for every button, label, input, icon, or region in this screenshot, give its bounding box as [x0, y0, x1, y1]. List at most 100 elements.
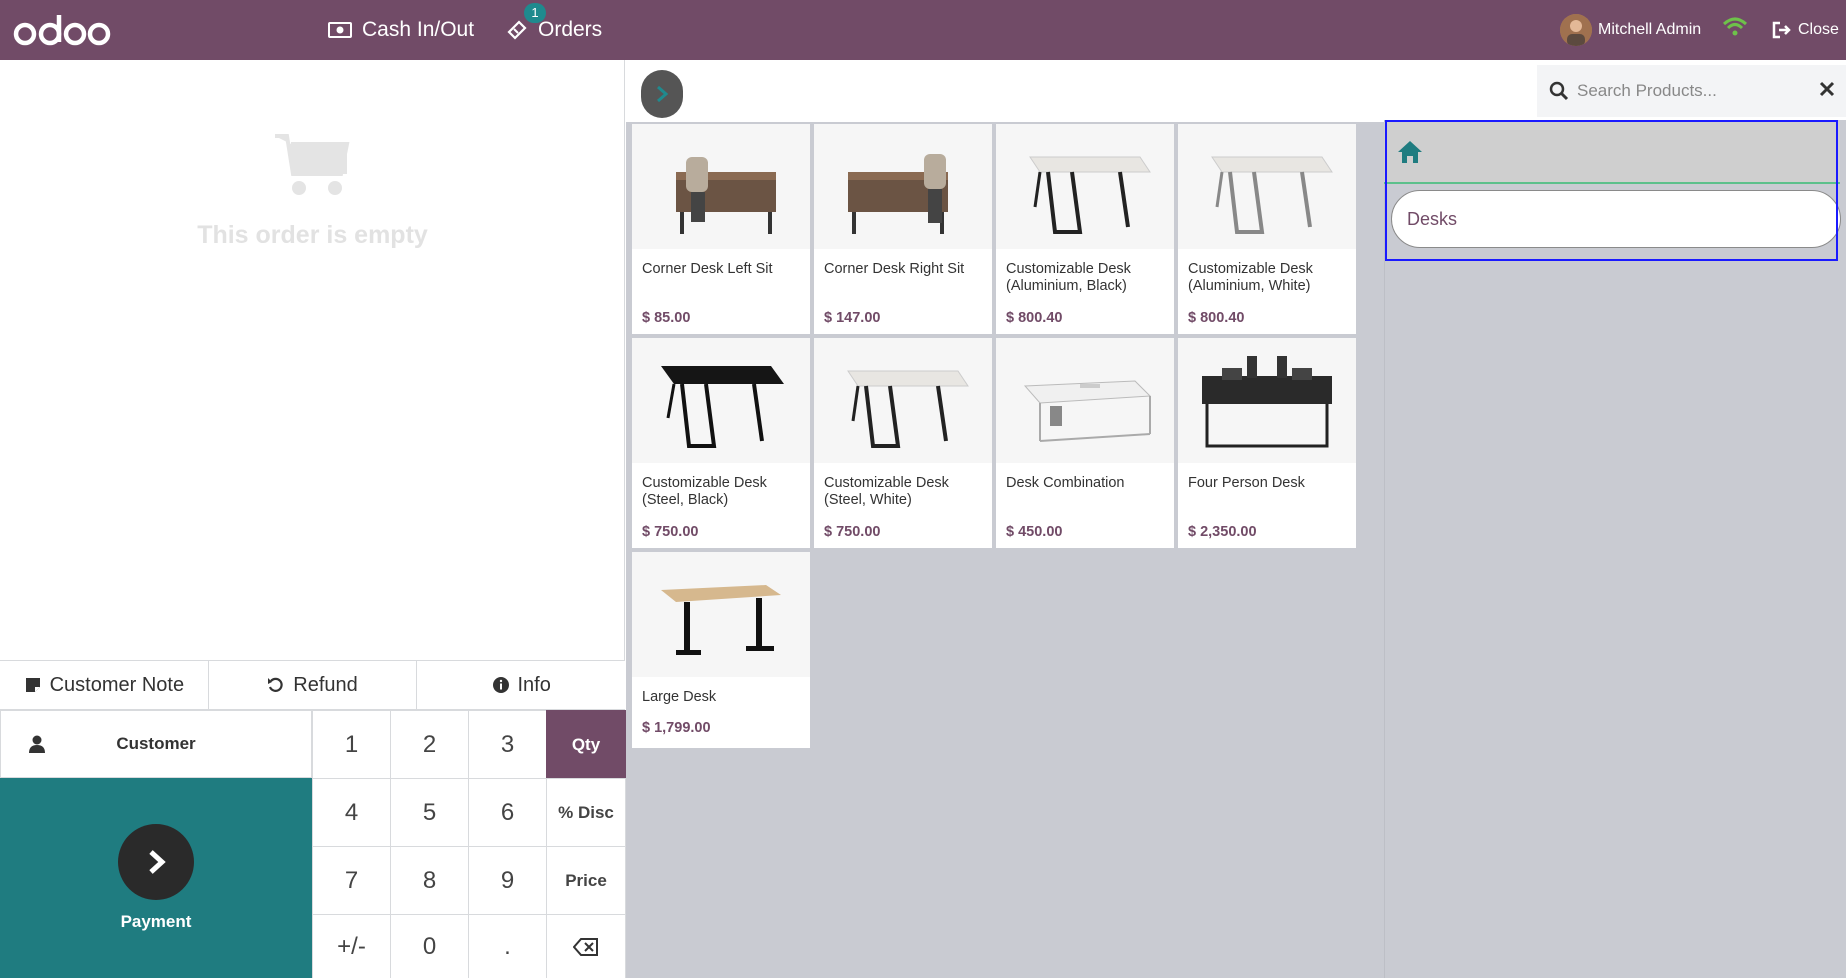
product-card[interactable]: Desk Combination $ 450.00 [996, 338, 1174, 548]
info-button[interactable]: Info [417, 661, 626, 709]
product-price: $ 750.00 [824, 524, 881, 540]
product-name: Customizable Desk (Aluminium, Black) [1006, 261, 1131, 294]
product-price: $ 147.00 [824, 310, 881, 326]
ticket-icon: 1 [506, 3, 546, 41]
numpad: 1 2 3 Qty 4 5 6 % Disc 7 8 9 Price +/- 0… [312, 710, 626, 978]
orders-button[interactable]: 1 Orders [506, 0, 602, 60]
product-image [632, 338, 810, 463]
product-name: Customizable Desk (Steel, White) [824, 475, 949, 508]
numpad-mode-qty[interactable]: Qty [546, 710, 626, 779]
undo-icon [268, 677, 283, 692]
orders-label: Orders [538, 18, 603, 41]
product-card[interactable]: Large Desk $ 1,799.00 [632, 552, 810, 748]
info-label: Info [517, 673, 551, 696]
product-price: $ 750.00 [642, 524, 699, 540]
product-image [996, 338, 1174, 463]
clear-search-icon[interactable] [1818, 80, 1836, 98]
empty-order: This order is empty [0, 130, 625, 250]
product-name: Customizable Desk (Aluminium, White) [1188, 261, 1313, 294]
numpad-key-2[interactable]: 2 [390, 710, 469, 779]
product-card[interactable]: Customizable Desk (Aluminium, Black) $ 8… [996, 124, 1174, 334]
product-card[interactable]: Customizable Desk (Aluminium, White) $ 8… [1178, 124, 1356, 334]
product-image [632, 124, 810, 249]
product-toolbar [626, 60, 1846, 122]
numpad-key-4[interactable]: 4 [312, 778, 391, 847]
orders-count-badge: 1 [524, 3, 546, 23]
home-icon [1398, 141, 1422, 163]
numpad-mode-price[interactable]: Price [546, 846, 626, 915]
product-price: $ 450.00 [1006, 524, 1063, 540]
info-icon [492, 677, 509, 693]
avatar [1560, 14, 1592, 46]
search-icon [1549, 81, 1569, 101]
product-image [814, 124, 992, 249]
product-card[interactable]: Corner Desk Right Sit $ 147.00 [814, 124, 992, 334]
customer-button[interactable]: Customer [0, 710, 312, 778]
cash-in-out-label: Cash In/Out [362, 18, 475, 41]
product-name: Corner Desk Right Sit [824, 261, 965, 277]
close-button[interactable]: Close [1772, 0, 1839, 60]
cash-in-out-button[interactable]: Cash In/Out [328, 0, 474, 60]
product-card[interactable]: Customizable Desk (Steel, White) $ 750.0… [814, 338, 992, 548]
product-image [996, 124, 1174, 249]
numpad-area: Customer Payment 1 2 3 Qty 4 5 6 % Disc … [0, 710, 626, 978]
money-icon [328, 21, 352, 39]
product-price: $ 800.40 [1188, 310, 1245, 326]
refund-button[interactable]: Refund [208, 661, 418, 709]
numpad-key-plus-minus[interactable]: +/- [312, 914, 391, 978]
category-desks[interactable]: Desks [1391, 190, 1841, 248]
product-image [814, 338, 992, 463]
product-name: Large Desk [642, 689, 717, 705]
numpad-backspace[interactable] [546, 914, 626, 978]
product-card[interactable]: Corner Desk Left Sit $ 85.00 [632, 124, 810, 334]
close-label: Close [1798, 21, 1839, 38]
odoo-logo [13, 15, 111, 46]
numpad-key-7[interactable]: 7 [312, 846, 391, 915]
product-image [632, 552, 810, 677]
product-card[interactable]: Four Person Desk $ 2,350.00 [1178, 338, 1356, 548]
product-card[interactable]: Customizable Desk (Steel, Black) $ 750.0… [632, 338, 810, 548]
product-price: $ 1,799.00 [642, 720, 711, 736]
search-input[interactable] [1577, 81, 1797, 101]
product-price: $ 800.40 [1006, 310, 1063, 326]
user-menu[interactable]: Mitchell Admin [1560, 12, 1701, 48]
numpad-key-5[interactable]: 5 [390, 778, 469, 847]
customer-label: Customer [116, 734, 196, 753]
numpad-key-9[interactable]: 9 [468, 846, 547, 915]
payment-label: Payment [120, 912, 192, 931]
numpad-key-6[interactable]: 6 [468, 778, 547, 847]
product-price: $ 2,350.00 [1188, 524, 1257, 540]
category-panel [1384, 120, 1846, 978]
toggle-categories-button[interactable] [641, 70, 683, 118]
cart-icon [274, 134, 349, 195]
chevron-right-icon [149, 850, 166, 874]
backspace-icon [573, 937, 598, 956]
note-icon [25, 678, 40, 692]
numpad-key-8[interactable]: 8 [390, 846, 469, 915]
sign-out-icon [1772, 21, 1791, 39]
payment-button[interactable]: Payment [0, 778, 312, 978]
product-name: Customizable Desk (Steel, Black) [642, 475, 767, 508]
customer-note-button[interactable]: Customer Note [0, 661, 209, 709]
order-pane: This order is empty Customer Note Refund… [0, 60, 626, 978]
numpad-key-decimal[interactable]: . [468, 914, 547, 978]
product-image [1178, 338, 1356, 463]
numpad-key-0[interactable]: 0 [390, 914, 469, 978]
product-name: Desk Combination [1006, 475, 1125, 491]
product-name: Corner Desk Left Sit [642, 261, 773, 277]
numpad-key-1[interactable]: 1 [312, 710, 391, 779]
wifi-icon [1722, 17, 1748, 36]
user-name: Mitchell Admin [1598, 21, 1702, 38]
numpad-key-3[interactable]: 3 [468, 710, 547, 779]
numpad-mode-discount[interactable]: % Disc [546, 778, 626, 847]
user-icon [29, 735, 45, 753]
refund-label: Refund [293, 673, 358, 696]
control-buttons: Customer Note Refund Info [0, 660, 626, 710]
product-price: $ 85.00 [642, 310, 691, 326]
chevron-right-icon [657, 85, 669, 103]
customer-note-label: Customer Note [49, 673, 185, 696]
empty-order-message: This order is empty [197, 221, 428, 249]
payment-circle [118, 824, 194, 900]
category-home-button[interactable] [1384, 122, 1840, 184]
top-bar: Cash In/Out 1 Orders Mitchell Admin Clos… [0, 0, 1846, 60]
